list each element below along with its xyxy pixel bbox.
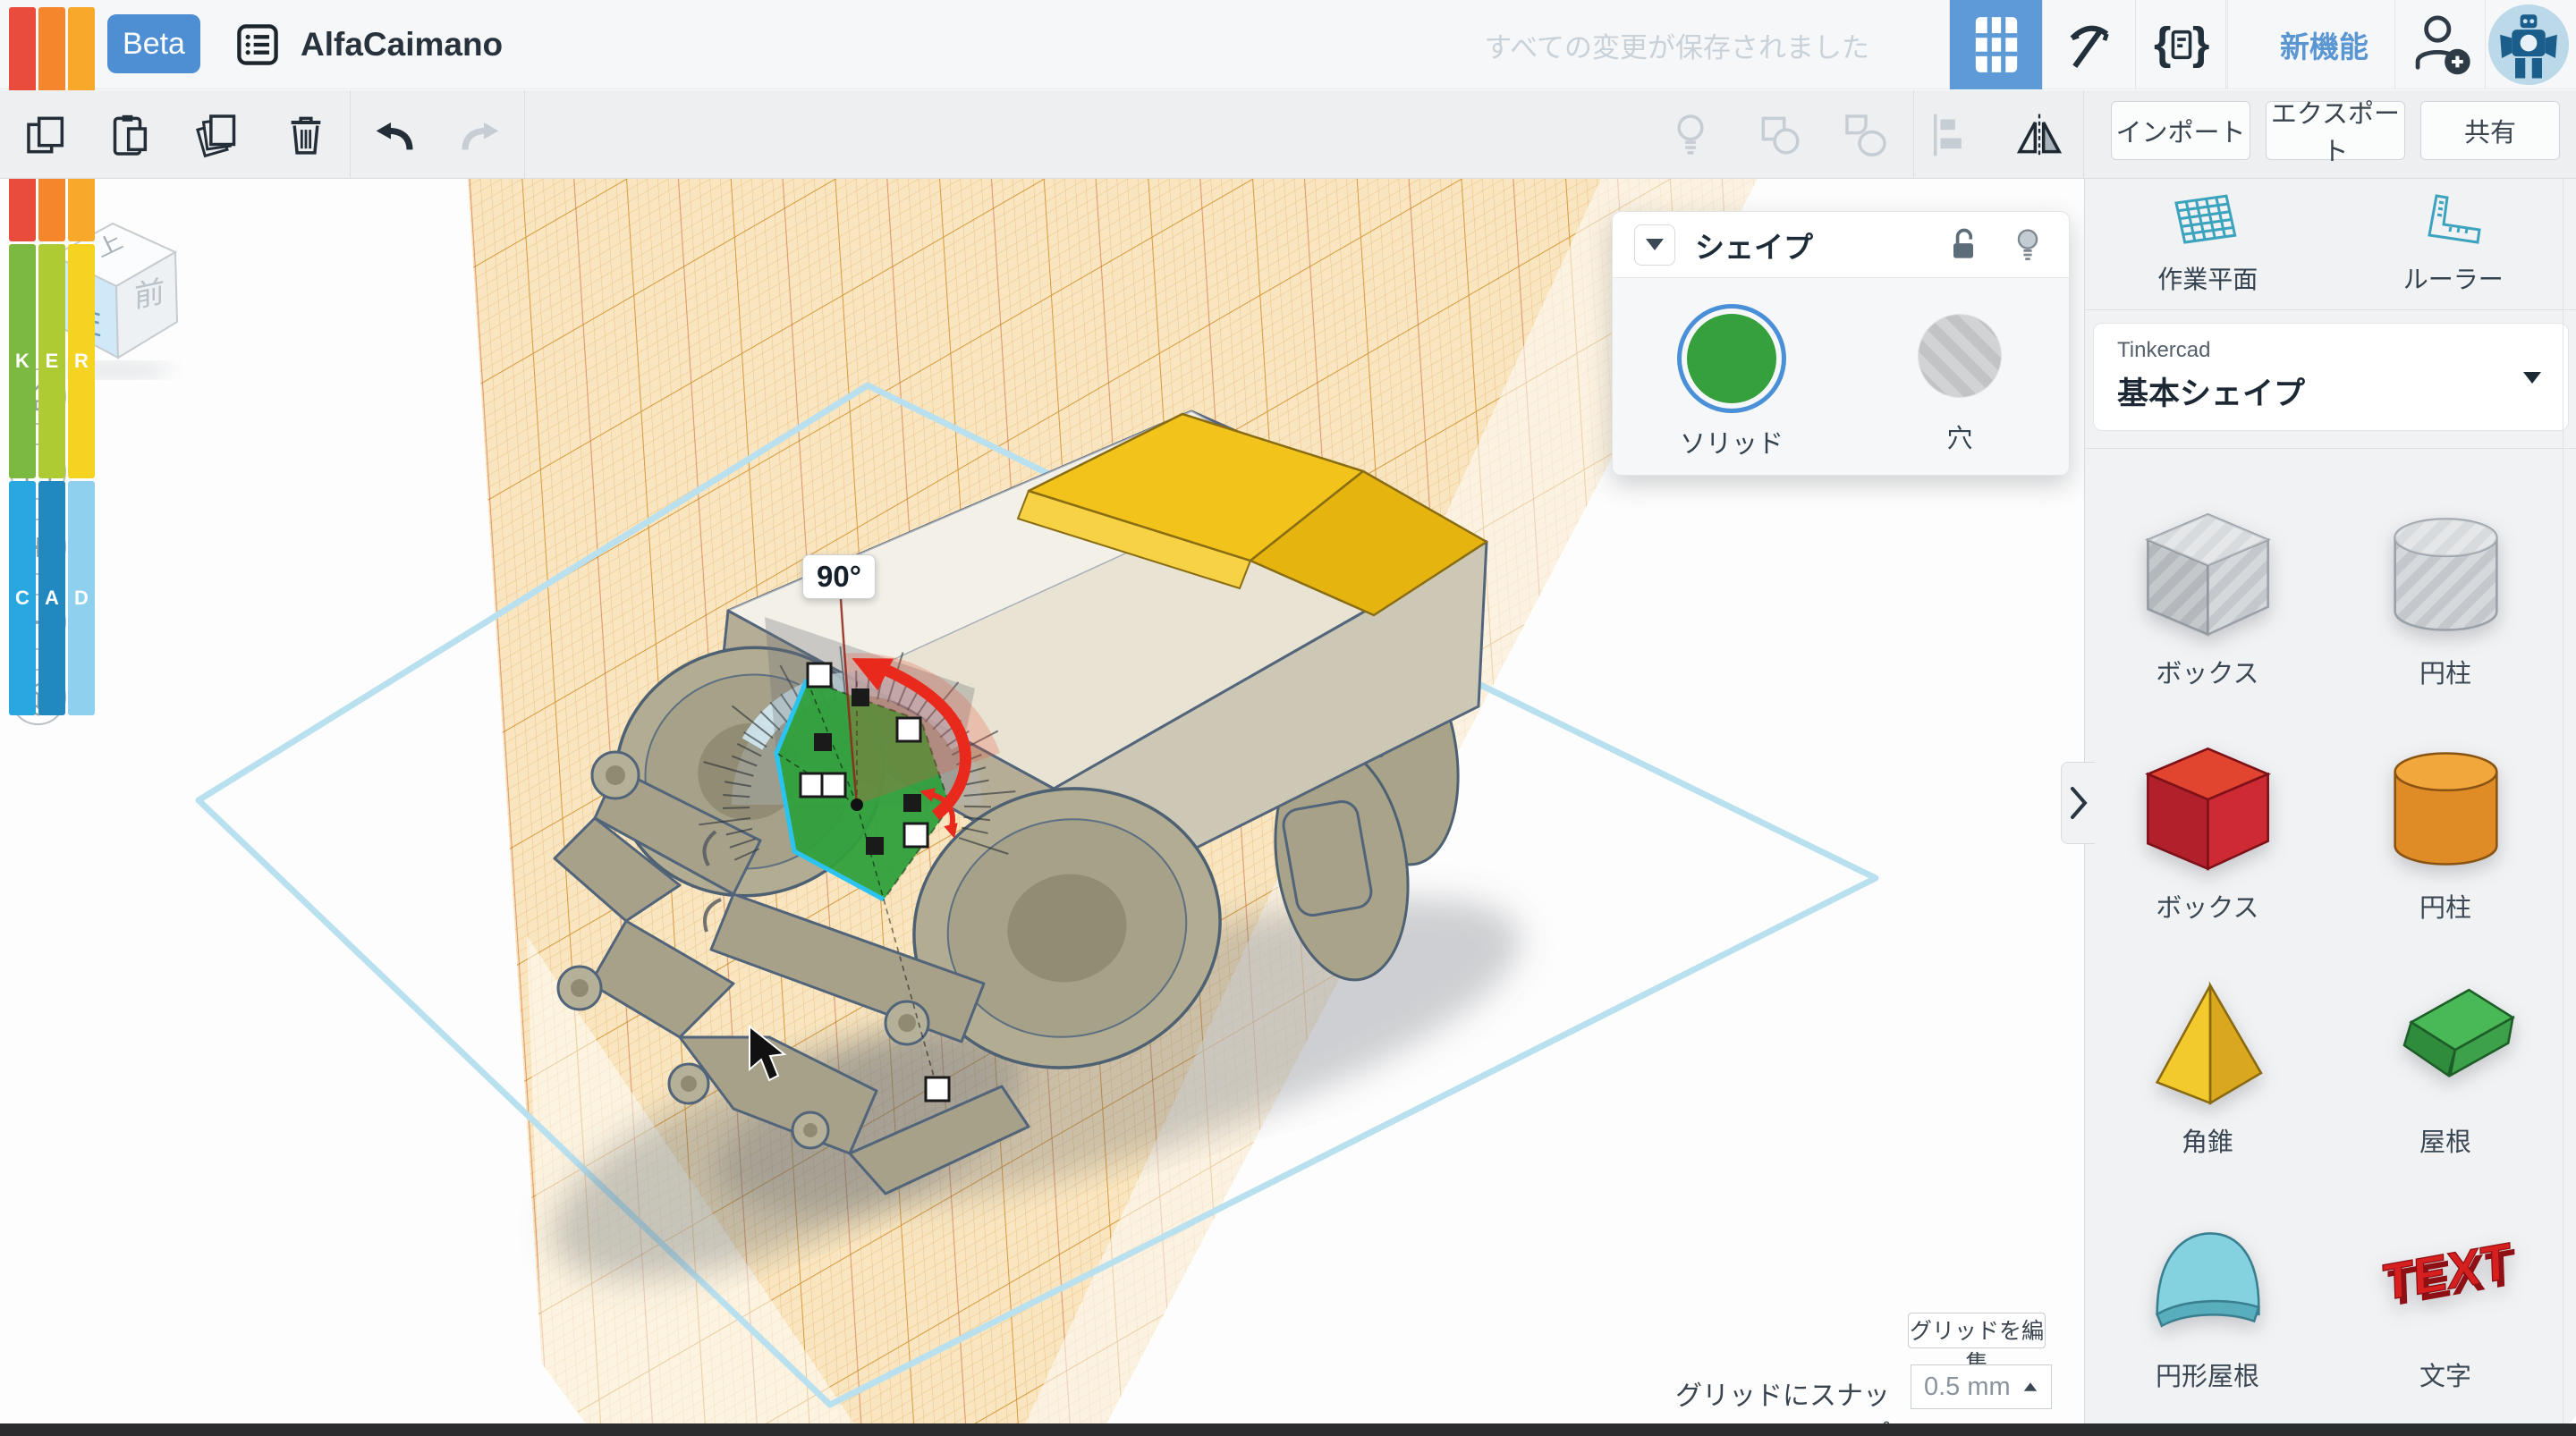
- shape-tile-text[interactable]: TEXTTEXT 文字: [2326, 1177, 2564, 1411]
- workplane-tool[interactable]: 作業平面: [2085, 179, 2331, 309]
- shape-tile-roof[interactable]: 屋根: [2326, 942, 2564, 1177]
- group-icon[interactable]: [1755, 110, 1805, 160]
- top-bar: TINKERCAD Beta AlfaCaimano すべての変更が保存されまし…: [0, 0, 2576, 89]
- shape-inspector-panel: シェイプ ソリッド 穴: [1612, 211, 2070, 476]
- design-title[interactable]: AlfaCaimano: [301, 26, 503, 63]
- shape-tile-cylinder[interactable]: 円柱: [2326, 708, 2564, 942]
- panel-collapse-button[interactable]: [1634, 224, 1675, 266]
- sidebar-collapse-tab[interactable]: [2061, 762, 2095, 844]
- rotation-angle-label: 90°: [802, 554, 876, 599]
- tab-3d-editor[interactable]: [1949, 0, 2042, 89]
- beta-button[interactable]: Beta: [107, 14, 200, 73]
- edit-grid-button[interactable]: グリッドを編集: [1908, 1313, 2046, 1348]
- library-name: 基本シェイプ: [2117, 368, 2545, 414]
- shape-tile-cylinder-striped[interactable]: 円柱: [2326, 474, 2564, 708]
- grid-3d-icon: [1969, 13, 2024, 77]
- undo-icon[interactable]: [372, 110, 422, 160]
- roof-shape-icon: [2374, 942, 2517, 1112]
- ungroup-icon[interactable]: [1841, 110, 1891, 160]
- library-brand: Tinkercad: [2117, 338, 2545, 363]
- pickaxe-icon: [2063, 19, 2115, 71]
- mirror-icon[interactable]: [2014, 110, 2064, 160]
- solid-option[interactable]: ソリッド: [1680, 314, 1784, 460]
- logo-tile: D: [68, 481, 95, 715]
- box-shape-icon: [2136, 708, 2279, 878]
- new-features-link[interactable]: 新機能: [2254, 0, 2394, 89]
- codeblocks-icon: {}: [2154, 19, 2209, 71]
- logo-tile: C: [9, 481, 36, 715]
- screen-bottom-edge: [0, 1423, 2576, 1436]
- round-roof-shape-icon: [2136, 1177, 2279, 1347]
- editor-tabs: {}: [1949, 0, 2228, 89]
- tinkercad-logo[interactable]: TINKERCAD: [9, 7, 95, 82]
- align-icon[interactable]: [1925, 110, 1975, 160]
- shape-tile-label: 円形屋根: [2156, 1356, 2259, 1393]
- svg-text:TEXT: TEXT: [2381, 1232, 2511, 1313]
- panel-title: シェイプ: [1695, 224, 1919, 266]
- caret-down-icon: [2523, 372, 2541, 384]
- shape-tile-box[interactable]: ボックス: [2089, 708, 2326, 942]
- snap-to-grid-label: グリッドにスナップ: [1664, 1373, 1890, 1423]
- logo-tile: R: [68, 244, 95, 478]
- logo-tile: K: [9, 244, 36, 478]
- shape-tile-label: 屋根: [2419, 1121, 2471, 1159]
- tab-codeblocks[interactable]: {}: [2135, 0, 2228, 89]
- add-person-icon[interactable]: [2406, 11, 2478, 79]
- redo-icon[interactable]: [453, 110, 503, 160]
- visibility-bulb-icon[interactable]: [2008, 225, 2047, 265]
- export-button[interactable]: エクスポート: [2266, 101, 2405, 160]
- shape-tile-label: 文字: [2419, 1356, 2471, 1393]
- shape-tile-box-striped[interactable]: ボックス: [2089, 474, 2326, 708]
- design-menu-icon[interactable]: [234, 21, 281, 68]
- shape-tile-round-roof[interactable]: 円形屋根: [2089, 1177, 2326, 1411]
- shape-gallery: ボックス円柱ボックス円柱角錐屋根円形屋根TEXTTEXT文字: [2089, 474, 2564, 1411]
- shape-tile-label: 円柱: [2419, 887, 2471, 925]
- share-button[interactable]: 共有: [2420, 101, 2560, 160]
- snap-grid-value: 0.5 mm: [1924, 1373, 2011, 1402]
- text-shape-icon: TEXTTEXT: [2374, 1177, 2517, 1347]
- pyramid-shape-icon: [2136, 942, 2279, 1112]
- shape-tile-label: 角錐: [2182, 1121, 2233, 1159]
- box-striped-shape-icon: [2136, 474, 2279, 644]
- cylinder-shape-icon: [2374, 708, 2517, 878]
- hole-option[interactable]: 穴: [1918, 314, 2002, 455]
- shapes-sidebar: 作業平面 ルーラー Tinkercad 基本シェイプ ボックス円柱ボックス円柱角…: [2084, 179, 2576, 1423]
- tinkercad-app: TINKERCAD Beta AlfaCaimano すべての変更が保存されまし…: [0, 0, 2576, 1436]
- shape-library-select[interactable]: Tinkercad 基本シェイプ: [2093, 323, 2569, 431]
- caret-up-icon: [2024, 1382, 2037, 1391]
- cylinder-striped-shape-icon: [2374, 474, 2517, 644]
- shape-tile-label: 円柱: [2419, 653, 2471, 690]
- delete-icon[interactable]: [281, 110, 331, 160]
- tool-bar: インポート エクスポート 共有: [0, 90, 2576, 179]
- viewcube-front-label[interactable]: 前: [134, 275, 165, 315]
- shape-tile-label: ボックス: [2156, 887, 2258, 925]
- tab-blocks[interactable]: [2042, 0, 2135, 89]
- solid-color-swatch[interactable]: [1687, 314, 1776, 403]
- avatar-robot[interactable]: [2488, 4, 2569, 85]
- duplicate-icon[interactable]: [193, 110, 243, 160]
- shape-tile-pyramid[interactable]: 角錐: [2089, 942, 2326, 1177]
- ruler-tool[interactable]: ルーラー: [2331, 179, 2576, 309]
- unlock-icon[interactable]: [1944, 225, 1983, 265]
- svg-text:{: {: [2154, 19, 2171, 69]
- viewport-3d[interactable]: 上 左 前 90° シェイプ: [0, 179, 2084, 1423]
- svg-text:}: }: [2192, 19, 2209, 69]
- paste-icon[interactable]: [106, 110, 156, 160]
- save-status: すべての変更が保存されました: [1484, 0, 1869, 89]
- shape-tile-label: ボックス: [2156, 653, 2258, 690]
- snap-grid-select[interactable]: 0.5 mm: [1911, 1364, 2052, 1409]
- import-button[interactable]: インポート: [2111, 101, 2250, 160]
- light-toggle-icon[interactable]: [1665, 110, 1716, 160]
- hole-swatch[interactable]: [1918, 314, 2002, 398]
- logo-tile: A: [38, 481, 65, 715]
- copy-icon[interactable]: [22, 110, 72, 160]
- chevron-right-icon: [2067, 783, 2090, 823]
- logo-tile: E: [38, 244, 65, 478]
